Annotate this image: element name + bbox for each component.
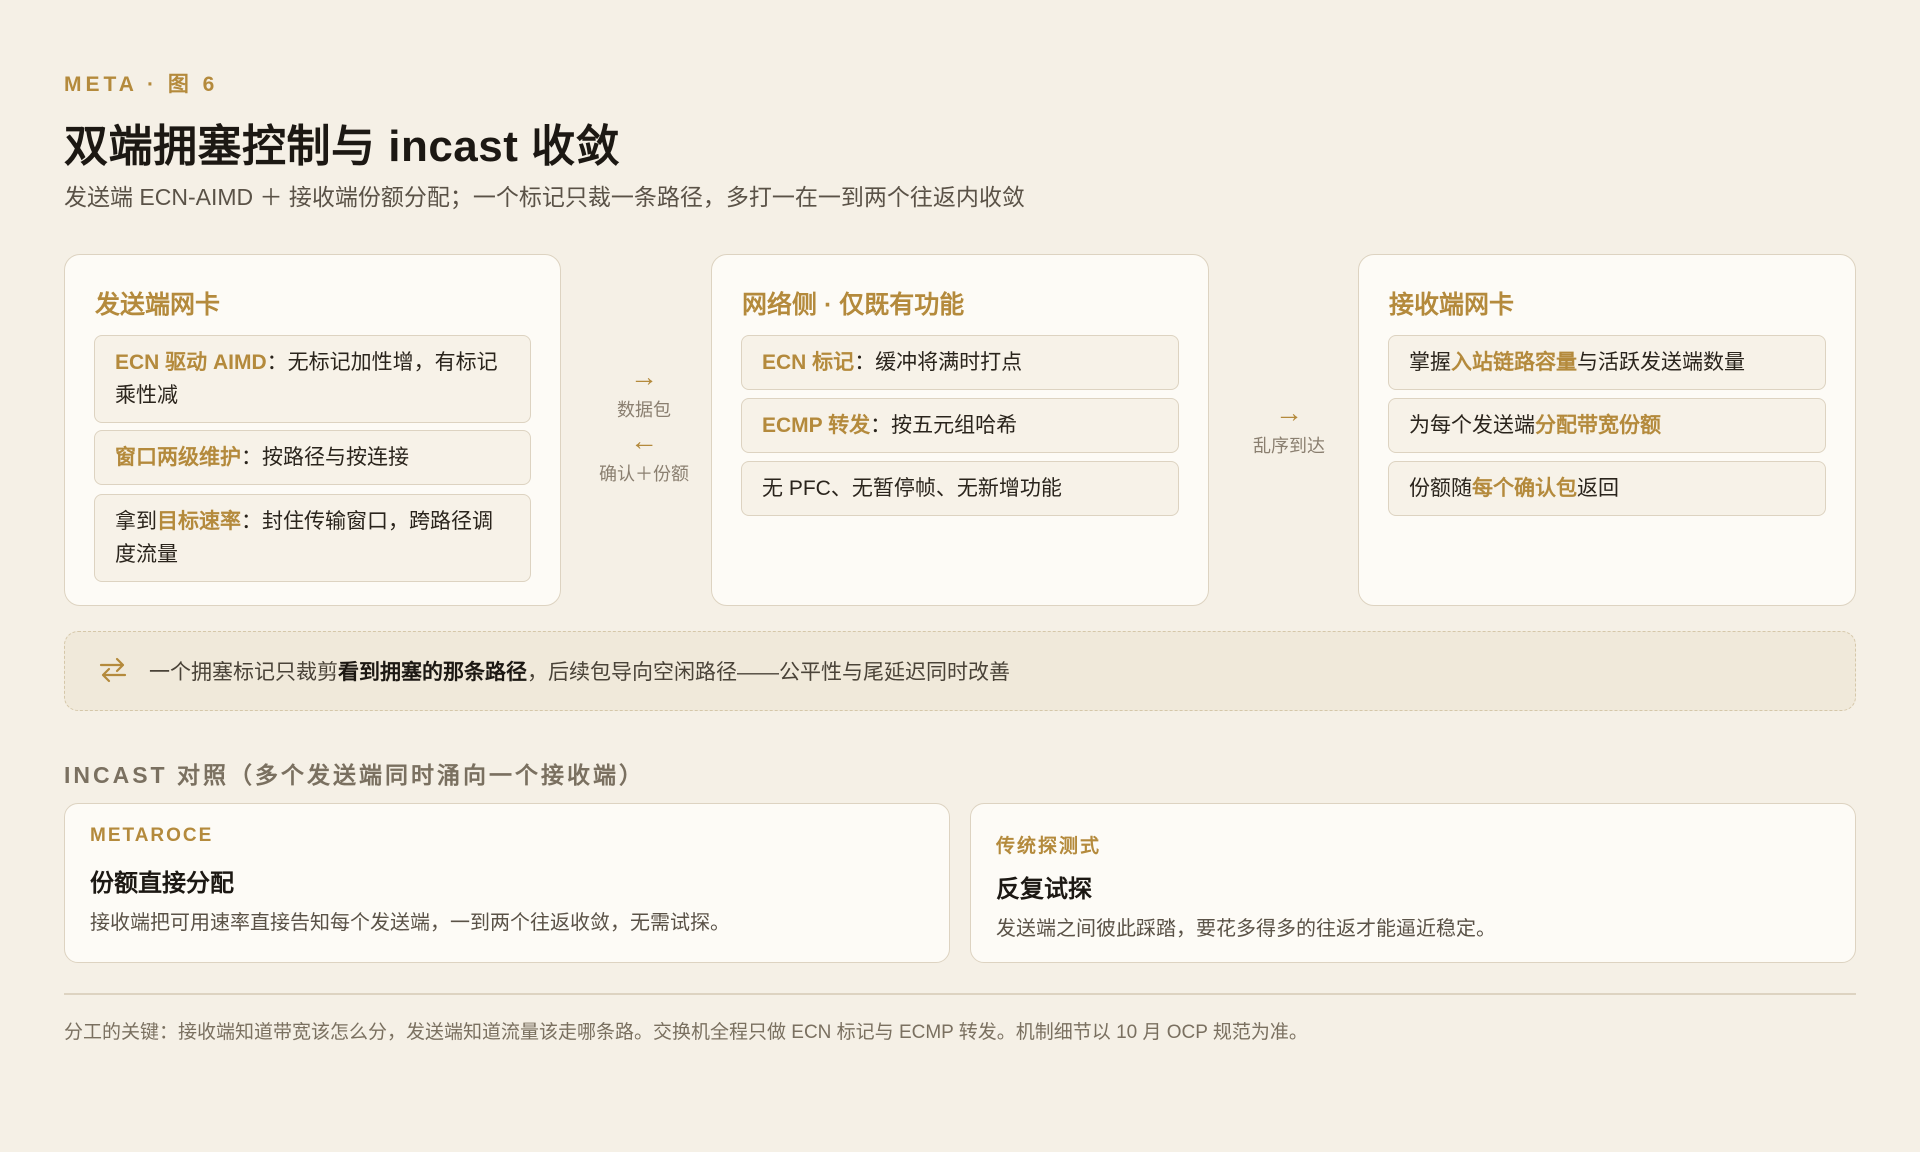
footnote: 分工的关键：接收端知道带宽该怎么分，发送端知道流量该走哪条路。交换机全程只做 E… — [64, 1022, 1308, 1043]
traditional-tag: 传统探测式 — [996, 836, 1102, 857]
arrow-right-icon: → — [630, 361, 658, 392]
item-highlight: 分配带宽份额 — [1535, 414, 1661, 437]
network-panel: 网络侧 · 仅既有功能 ECN 标记：缓冲将满时打点 ECMP 转发：按五元组哈… — [711, 254, 1209, 606]
traditional-desc: 发送端之间彼此踩踏，要花多得多的往返才能逼近稳定。 — [996, 918, 1496, 940]
item-highlight: 窗口两级维护 — [115, 446, 241, 469]
sender-item-target-rate: 拿到目标速率：封住传输窗口，跨路径调度流量 — [94, 494, 531, 582]
metaroce-desc: 接收端把可用速率直接告知每个发送端，一到两个往返收敛，无需试探。 — [90, 912, 730, 934]
item-text: 份额随 — [1409, 477, 1472, 500]
receiver-panel-title: 接收端网卡 — [1389, 291, 1515, 319]
sender-nic-panel: 发送端网卡 ECN 驱动 AIMD：无标记加性增，有标记乘性减 窗口两级维护：按… — [64, 254, 561, 606]
network-item-ecn: ECN 标记：缓冲将满时打点 — [741, 335, 1179, 390]
page-title: 双端拥塞控制与 incast 收敛 — [64, 122, 621, 171]
traditional-card: 传统探测式 反复试探 发送端之间彼此踩踏，要花多得多的往返才能逼近稳定。 — [970, 803, 1856, 963]
receiver-item-allocate: 为每个发送端分配带宽份额 — [1388, 398, 1826, 453]
network-item-ecmp: ECMP 转发：按五元组哈希 — [741, 398, 1179, 453]
item-highlight: ECMP 转发 — [762, 414, 871, 437]
footer-divider — [64, 993, 1856, 995]
note-pre: 一个拥塞标记只裁剪 — [149, 661, 338, 684]
item-text: 与活跃发送端数量 — [1577, 351, 1745, 374]
receiver-item-capacity: 掌握入站链路容量与活跃发送端数量 — [1388, 335, 1826, 390]
item-text: 拿到 — [115, 510, 157, 533]
note-text: 一个拥塞标记只裁剪看到拥塞的那条路径，后续包导向空闲路径——公平性与尾延迟同时改… — [149, 656, 1010, 686]
out-of-order-label: 乱序到达 — [1253, 436, 1325, 456]
sender-panel-title: 发送端网卡 — [95, 291, 221, 319]
page-subtitle: 发送端 ECN-AIMD ＋ 接收端份额分配；一个标记只裁一条路径，多打一在一到… — [64, 184, 1025, 210]
item-text: 返回 — [1577, 477, 1619, 500]
data-packet-label: 数据包 — [617, 400, 671, 420]
swap-arrows-icon — [99, 657, 127, 683]
metaroce-card: METAROCE 份额直接分配 接收端把可用速率直接告知每个发送端，一到两个往返… — [64, 803, 950, 963]
item-text: 掌握 — [1409, 351, 1451, 374]
ack-share-label: 确认＋份额 — [599, 464, 689, 484]
path-pruning-note: 一个拥塞标记只裁剪看到拥塞的那条路径，后续包导向空闲路径——公平性与尾延迟同时改… — [64, 631, 1856, 711]
network-panel-title: 网络侧 · 仅既有功能 — [742, 291, 965, 319]
note-bold: 看到拥塞的那条路径 — [338, 661, 527, 684]
item-text: ：按路径与按连接 — [241, 446, 409, 469]
sender-item-window: 窗口两级维护：按路径与按连接 — [94, 430, 531, 485]
metaroce-tag: METAROCE — [90, 825, 214, 846]
note-post: ，后续包导向空闲路径——公平性与尾延迟同时改善 — [527, 661, 1010, 684]
incast-section-label: INCAST 对照（多个发送端同时涌向一个接收端） — [64, 762, 645, 788]
item-text: ：按五元组哈希 — [870, 414, 1018, 437]
item-highlight: ECN 驱动 AIMD — [115, 351, 267, 374]
item-highlight: 目标速率 — [157, 510, 241, 533]
network-receiver-connector: → 乱序到达 — [1224, 398, 1354, 458]
item-text: 无 PFC、无暂停帧、无新增功能 — [762, 477, 1062, 500]
item-highlight: ECN 标记 — [762, 351, 855, 374]
receiver-item-ack: 份额随每个确认包返回 — [1388, 461, 1826, 516]
arrow-right-icon: → — [1275, 397, 1303, 428]
metaroce-heading: 份额直接分配 — [90, 870, 234, 897]
receiver-nic-panel: 接收端网卡 掌握入站链路容量与活跃发送端数量 为每个发送端分配带宽份额 份额随每… — [1358, 254, 1856, 606]
figure-kicker: META · 图 6 — [64, 73, 219, 96]
item-highlight: 入站链路容量 — [1451, 351, 1577, 374]
sender-item-aimd: ECN 驱动 AIMD：无标记加性增，有标记乘性减 — [94, 335, 531, 423]
sender-network-connector: → 数据包 ← 确认＋份额 — [579, 362, 709, 486]
item-text: ：缓冲将满时打点 — [854, 351, 1023, 374]
network-item-no-pfc: 无 PFC、无暂停帧、无新增功能 — [741, 461, 1179, 516]
traditional-heading: 反复试探 — [996, 876, 1092, 903]
item-highlight: 每个确认包 — [1472, 477, 1577, 500]
arrow-left-icon: ← — [630, 425, 658, 456]
item-text: 为每个发送端 — [1409, 414, 1535, 437]
